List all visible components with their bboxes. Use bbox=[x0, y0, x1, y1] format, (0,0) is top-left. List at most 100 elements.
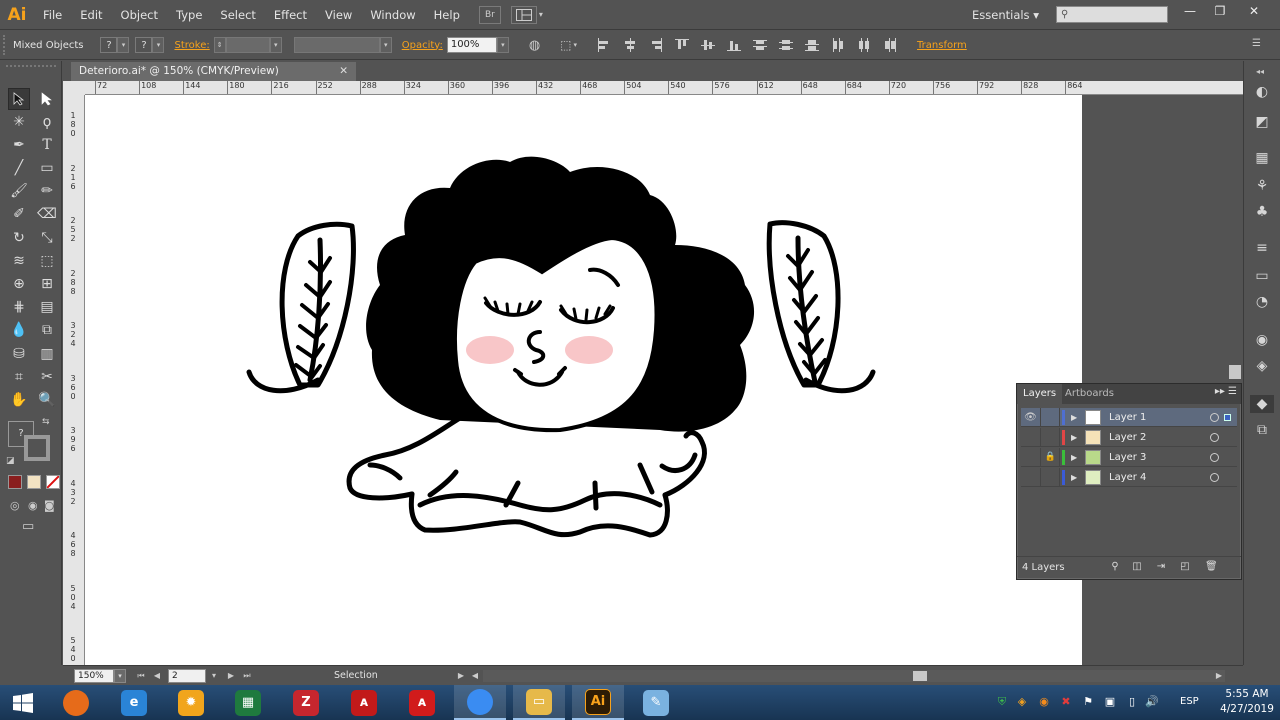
eraser-tool[interactable]: ⌫ bbox=[36, 203, 58, 225]
pencil-tool[interactable]: ✏ bbox=[36, 180, 58, 202]
gradient-panel-icon[interactable]: ▭ bbox=[1253, 267, 1271, 285]
color-panel-icon[interactable]: ◐ bbox=[1253, 83, 1271, 101]
distribute-top-icon[interactable] bbox=[753, 38, 768, 52]
recolor-icon[interactable]: ◍ bbox=[529, 38, 540, 53]
chevron-down-icon[interactable]: ▾ bbox=[539, 10, 543, 19]
new-layer-icon[interactable]: ◰ bbox=[1179, 561, 1191, 573]
mesh-tool[interactable]: ⋕ bbox=[8, 296, 30, 318]
delete-layer-icon[interactable]: 🗑 bbox=[1205, 561, 1218, 573]
layer-target-icon[interactable] bbox=[1210, 473, 1219, 482]
lock-toggle[interactable] bbox=[1042, 408, 1060, 427]
start-button[interactable] bbox=[0, 685, 46, 720]
taskbar-app-file-explorer[interactable]: ▭ bbox=[513, 685, 565, 720]
stroke-weight-dropdown[interactable]: ▾ bbox=[269, 37, 282, 53]
lock-icon[interactable]: 🔒 bbox=[1042, 448, 1060, 467]
clock-date[interactable]: 4/27/2019 bbox=[1216, 703, 1278, 715]
close-tab-icon[interactable]: ✕ bbox=[339, 62, 348, 81]
stroke-swatch[interactable]: ? bbox=[135, 37, 153, 53]
draw-behind-icon[interactable]: ◉ bbox=[28, 499, 38, 512]
align-right-icon[interactable] bbox=[649, 38, 663, 52]
artboard[interactable] bbox=[85, 95, 1082, 665]
power-icon[interactable]: ▯ bbox=[1125, 695, 1139, 709]
layer-name[interactable]: Layer 2 bbox=[1109, 428, 1146, 447]
expand-arrow-icon[interactable]: ▶ bbox=[1071, 468, 1077, 487]
taskbar-app-illustrator[interactable]: Ai bbox=[572, 685, 624, 720]
stroke-color-swatch[interactable] bbox=[24, 435, 50, 461]
type-tool[interactable]: T bbox=[36, 134, 58, 156]
none-mode-button[interactable] bbox=[46, 475, 60, 489]
network-icon[interactable]: ▣ bbox=[1103, 695, 1117, 709]
visibility-eye-icon[interactable] bbox=[1021, 448, 1041, 467]
expand-arrow-icon[interactable]: ▶ bbox=[1071, 408, 1077, 427]
draw-inside-icon[interactable]: ◙ bbox=[44, 499, 55, 512]
selection-tool[interactable] bbox=[8, 88, 30, 110]
menu-effect[interactable]: Effect bbox=[265, 0, 316, 30]
bridge-button[interactable]: Br bbox=[478, 5, 501, 24]
align-to-icon[interactable]: ⬚ bbox=[560, 38, 571, 52]
taskbar-app-firefox[interactable] bbox=[50, 685, 102, 720]
zoom-tool[interactable]: 🔍 bbox=[36, 389, 58, 411]
clipping-mask-icon[interactable]: ◫ bbox=[1131, 561, 1143, 573]
layer-target-icon[interactable] bbox=[1210, 453, 1219, 462]
language-indicator[interactable]: ESP bbox=[1180, 696, 1199, 707]
paintbrush-tool[interactable]: 🖌 bbox=[8, 180, 30, 202]
flag-tray-icon[interactable]: ⚑ bbox=[1081, 695, 1095, 709]
menu-view[interactable]: View bbox=[316, 0, 361, 30]
distribute-left-icon[interactable] bbox=[831, 38, 845, 52]
slice-tool[interactable]: ✂ bbox=[36, 366, 58, 388]
scale-tool[interactable]: ⤡ bbox=[36, 227, 58, 249]
close-button[interactable]: ✕ bbox=[1240, 2, 1268, 20]
align-top-icon[interactable] bbox=[675, 38, 690, 52]
menu-edit[interactable]: Edit bbox=[71, 0, 111, 30]
restore-button[interactable]: ❐ bbox=[1206, 2, 1234, 20]
layer-row[interactable]: ▶ Layer 4 bbox=[1021, 468, 1237, 487]
transform-link[interactable]: Transform bbox=[917, 40, 967, 51]
symbols-icon[interactable]: ♣ bbox=[1253, 203, 1271, 221]
locate-object-icon[interactable]: ⚲ bbox=[1109, 561, 1121, 573]
distribute-center-icon[interactable] bbox=[857, 38, 871, 52]
line-tool[interactable]: ╱ bbox=[8, 157, 30, 179]
chevron-down-icon[interactable]: ▾ bbox=[574, 41, 578, 49]
stroke-dropdown[interactable]: ▾ bbox=[152, 37, 165, 53]
menu-help[interactable]: Help bbox=[425, 0, 469, 30]
blob-brush-tool[interactable]: ✐ bbox=[8, 203, 30, 225]
visibility-eye-icon[interactable] bbox=[1021, 468, 1041, 487]
taskbar-app-settings-app[interactable]: ✹ bbox=[165, 685, 217, 720]
taskbar-app-acrobat[interactable]: ᴀ bbox=[396, 685, 448, 720]
horizontal-scrollbar-thumb[interactable] bbox=[913, 671, 927, 681]
graphic-styles-icon[interactable]: ◈ bbox=[1253, 357, 1271, 375]
panel-grip[interactable] bbox=[3, 35, 9, 55]
brushes-icon[interactable]: ⚘ bbox=[1253, 177, 1271, 195]
tab-artboards[interactable]: Artboards bbox=[1059, 384, 1120, 404]
align-center-icon[interactable] bbox=[623, 38, 637, 52]
layers-panel-icon[interactable]: ◆ bbox=[1250, 395, 1274, 413]
swatches-icon[interactable]: ▦ bbox=[1253, 149, 1271, 167]
stroke-label-link[interactable]: Stroke: bbox=[174, 40, 209, 51]
horizontal-scrollbar[interactable] bbox=[483, 670, 1225, 682]
color-guide-icon[interactable]: ◩ bbox=[1253, 113, 1271, 131]
fill-swatch[interactable]: ? bbox=[100, 37, 118, 53]
minimize-button[interactable]: — bbox=[1176, 2, 1204, 20]
taskbar-app-paint[interactable]: ✎ bbox=[630, 685, 682, 720]
zoom-level-field[interactable]: 150% bbox=[74, 669, 114, 683]
artboard-number-field[interactable]: 2 bbox=[168, 669, 206, 683]
gradient-mode-button[interactable] bbox=[27, 475, 41, 489]
panel-menu-icon[interactable]: ☰ bbox=[1252, 38, 1261, 49]
security-shield-icon[interactable]: ⛨ bbox=[995, 695, 1009, 709]
expand-arrow-icon[interactable]: ▶ bbox=[1071, 428, 1077, 447]
gradient-tool[interactable]: ▤ bbox=[36, 296, 58, 318]
artboards-panel-icon[interactable]: ⧉ bbox=[1253, 421, 1271, 439]
opacity-field[interactable]: 100% bbox=[446, 37, 497, 53]
shape-builder-tool[interactable]: ⊕ bbox=[8, 273, 30, 295]
artboard-tool[interactable]: ⌗ bbox=[8, 366, 30, 388]
expand-arrow-icon[interactable]: ▶ bbox=[1071, 448, 1077, 467]
last-artboard-button[interactable]: ⏭ bbox=[241, 669, 253, 683]
panel-menu-icon[interactable]: ▸▸ ☰ bbox=[1215, 386, 1237, 397]
rectangle-tool[interactable]: ▭ bbox=[36, 157, 58, 179]
lock-toggle[interactable] bbox=[1042, 428, 1060, 447]
volume-icon[interactable]: 🔊 bbox=[1145, 695, 1159, 709]
column-graph-tool[interactable]: ▥ bbox=[36, 343, 58, 365]
visibility-eye-icon[interactable]: 👁 bbox=[1021, 408, 1041, 427]
arrange-documents-button[interactable] bbox=[510, 5, 537, 24]
new-sublayer-icon[interactable]: ⇥ bbox=[1155, 561, 1167, 573]
